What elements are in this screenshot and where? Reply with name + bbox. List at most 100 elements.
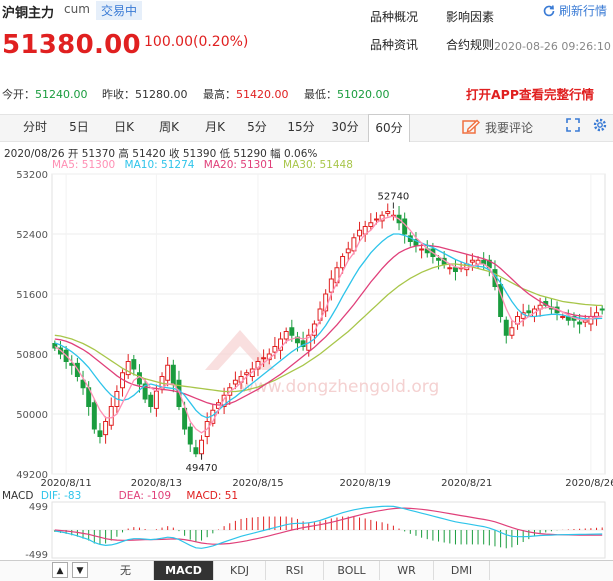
ma20-line — [54, 244, 603, 406]
candle-body — [311, 323, 317, 336]
y-tick-label: 50800 — [16, 350, 48, 361]
tab-monthly-k[interactable]: 月K — [196, 114, 234, 142]
candle-body — [255, 361, 261, 370]
x-tick-label: 2020/8/26 — [565, 478, 613, 489]
candle-body — [204, 421, 210, 437]
candle-body — [114, 391, 120, 407]
macd-frame — [51, 501, 606, 559]
comment-button[interactable]: 我要评论 — [462, 116, 533, 138]
candle-body — [526, 310, 532, 314]
candle-body — [441, 257, 447, 265]
candle-body — [345, 248, 351, 254]
candle-body — [272, 346, 278, 353]
nav-product-news[interactable]: 品种资讯 — [370, 36, 418, 53]
candle-body — [334, 267, 340, 284]
watermark-text: www.dongzhengold.org — [240, 377, 439, 397]
tab-60min[interactable]: 60分 — [368, 114, 410, 142]
candle-body — [475, 259, 481, 265]
stat-low: 最低：51020.00 — [304, 88, 390, 101]
nav-product-overview[interactable]: 品种概况 — [370, 8, 418, 25]
candle-body — [486, 259, 492, 269]
tab-5day[interactable]: 5日 — [62, 114, 96, 142]
candle-body — [509, 327, 515, 336]
candle-body — [52, 343, 58, 349]
macd-dea-legend: DEA: -109 — [118, 490, 172, 502]
candle-body — [419, 248, 425, 251]
stat-prev-close: 昨收：51280.00 — [102, 88, 188, 101]
candle-body — [328, 278, 334, 293]
candle-body — [306, 334, 312, 351]
y-tick-label: 49200 — [16, 470, 48, 481]
candle-body — [481, 259, 487, 265]
x-tick-label: 2020/8/21 — [441, 478, 492, 489]
scroll-up-arrow-icon[interactable]: ▲ — [52, 562, 68, 578]
candle-body — [289, 327, 295, 336]
candle-body — [86, 387, 92, 407]
indicator-tab-macd[interactable]: MACD — [154, 561, 214, 580]
nav-influencing-factors[interactable]: 影响因素 — [446, 8, 494, 25]
candle-body — [74, 362, 80, 377]
tab-15min[interactable]: 15分 — [282, 114, 320, 142]
candle-body — [469, 259, 475, 263]
candle-body — [182, 407, 188, 430]
macd-value-legend: MACD: 51 — [186, 490, 239, 502]
y-tick-label: 53200 — [16, 170, 48, 181]
indicator-tab-rsi[interactable]: RSI — [266, 561, 324, 580]
candle-body — [599, 308, 605, 311]
candle-body — [379, 214, 385, 222]
candle-body — [436, 257, 442, 261]
timestamp: 2020-08-26 09:26:10 — [494, 40, 611, 53]
indicator-tab-dmi[interactable]: DMI — [434, 561, 490, 580]
candle-body — [520, 312, 526, 319]
watermark-logo-icon — [205, 330, 275, 370]
scroll-down-arrow-icon[interactable]: ▼ — [72, 562, 88, 578]
indicator-tab-wr[interactable]: WR — [380, 561, 434, 580]
candle-body — [199, 439, 205, 455]
indicator-tab-none[interactable]: 无 — [98, 561, 154, 580]
indicator-tab-kdj[interactable]: KDJ — [214, 561, 266, 580]
candle-body — [407, 235, 413, 242]
candle-body — [120, 372, 126, 389]
ma5-legend: MA5: 51300 — [52, 159, 116, 171]
candle-body — [80, 379, 86, 389]
refresh-button[interactable]: 刷新行情 — [542, 2, 607, 19]
x-tick-label: 2020/8/19 — [340, 478, 391, 489]
candle-body — [458, 267, 464, 270]
candle-body — [554, 306, 560, 314]
tab-timeshare[interactable]: 分时 — [16, 114, 54, 142]
y-tick-label: 51600 — [16, 290, 48, 301]
candle-body — [464, 263, 470, 271]
candle-body — [396, 214, 402, 224]
ma20-legend: MA20: 51301 — [203, 159, 274, 171]
candle-body — [351, 237, 357, 252]
candle-body — [57, 347, 63, 355]
candle-body — [148, 394, 154, 407]
instrument-name: 沪铜主力 — [2, 6, 55, 21]
candle-body — [560, 316, 566, 318]
candle-body — [221, 394, 227, 407]
x-tick-label: 2020/8/11 — [40, 478, 91, 489]
stat-open: 今开：51240.00 — [2, 88, 88, 101]
open-app-link[interactable]: 打开APP查看完整行情 — [466, 84, 594, 103]
macd-tick-label: 499 — [29, 502, 48, 513]
macd-dif-legend: DIF: -83 — [40, 490, 82, 502]
candle-body — [543, 301, 549, 306]
candle-body — [103, 421, 109, 436]
ma-legend: MA5: 51300 MA10: 51274 MA20: 51301 MA30:… — [52, 159, 353, 171]
candle-body — [176, 379, 182, 407]
candle-body — [548, 306, 554, 310]
candle-body — [187, 426, 193, 445]
candle-body — [531, 308, 537, 317]
candle-body — [362, 226, 368, 235]
settings-gear-icon[interactable] — [592, 117, 608, 137]
tab-daily-k[interactable]: 日K — [106, 114, 142, 142]
ma30-line — [54, 263, 603, 393]
tab-weekly-k[interactable]: 周K — [150, 114, 188, 142]
extreme-annotation: 49470 — [186, 463, 218, 474]
x-tick-label: 2020/8/13 — [131, 478, 182, 489]
nav-contract-rules[interactable]: 合约规则 — [446, 36, 494, 53]
tab-30min[interactable]: 30分 — [326, 114, 364, 142]
indicator-tab-boll[interactable]: BOLL — [324, 561, 380, 580]
tab-5min[interactable]: 5分 — [240, 114, 274, 142]
fullscreen-icon[interactable] — [566, 118, 580, 136]
